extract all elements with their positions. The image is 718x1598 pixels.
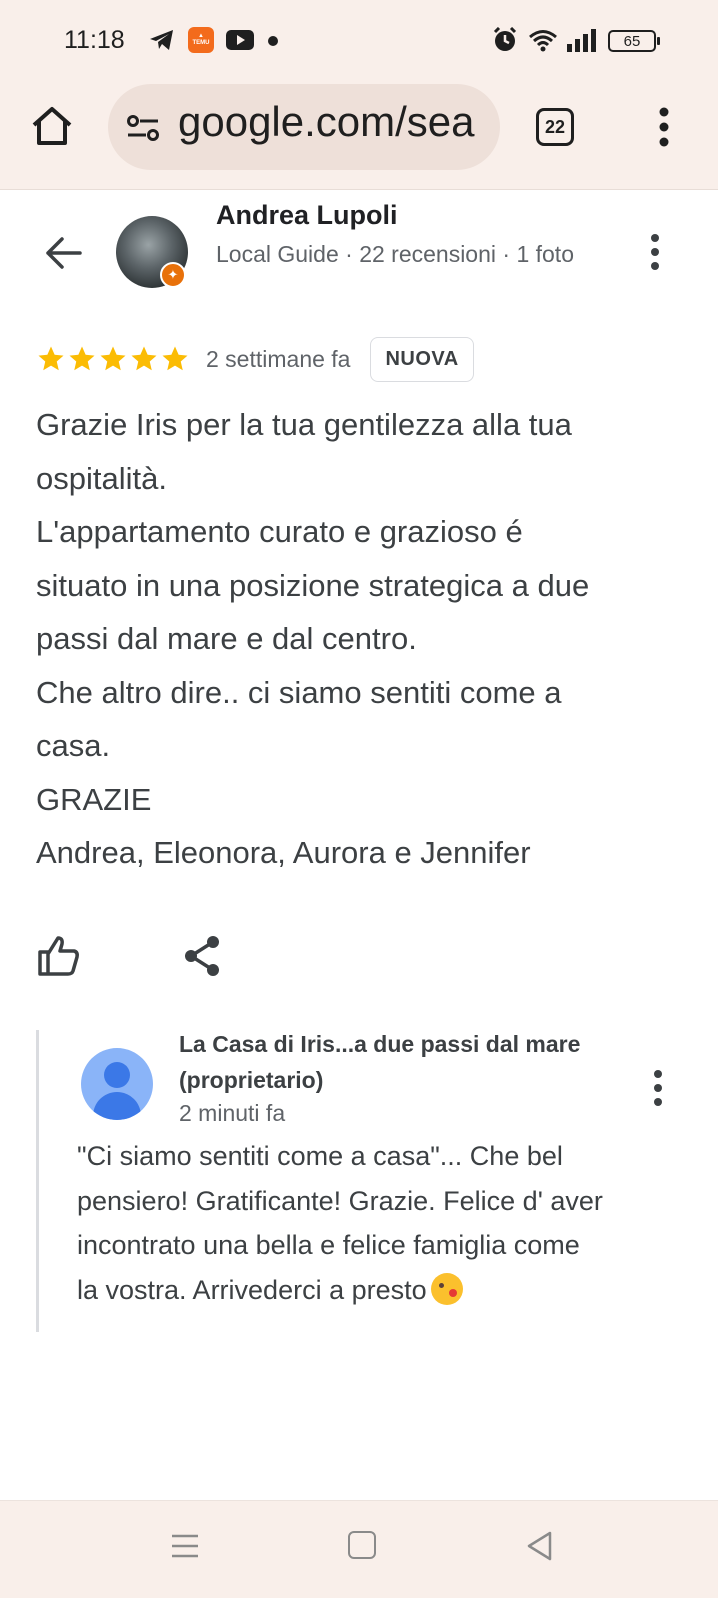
local-guide-badge-icon: ✦ [160, 262, 186, 288]
reply-text-line: pensiero! Gratificante! Grazie. Felice d… [77, 1179, 689, 1224]
system-nav-bar [0, 1500, 718, 1598]
star-icon [131, 346, 157, 371]
more-vert-icon [659, 107, 669, 147]
review-text-line: ospitalità. [36, 460, 167, 496]
review-text-line: situato in una posizione strategica a du… [36, 567, 590, 603]
wifi-icon [528, 28, 558, 52]
share-icon [185, 936, 219, 976]
more-dot [654, 1098, 662, 1106]
site-settings-icon[interactable] [126, 114, 160, 142]
review-text-line: Grazie Iris per la tua gentilezza alla t… [36, 407, 572, 442]
review-text-line: Andrea, Eleonora, Aurora e Jennifer [36, 835, 531, 870]
review-text-line: GRAZIE [36, 781, 152, 817]
review-text-line: casa. [36, 728, 111, 763]
reply-date: 2 minuti fa [179, 1100, 286, 1126]
more-dot [651, 234, 659, 242]
temu-icon: ▲ TEMU [188, 27, 214, 53]
reviewer-name[interactable]: Andrea Lupoli [216, 200, 398, 231]
review-more-button[interactable] [640, 228, 670, 276]
browser-toolbar: google.com/sea 22 [0, 80, 718, 190]
star-rating [36, 344, 190, 374]
nav-home-button[interactable] [348, 1531, 376, 1559]
rating-row: 2 settimane fa NUOVA [36, 334, 474, 384]
back-button[interactable] [38, 228, 88, 278]
review-text-line: passi dal mare e dal centro. [36, 621, 417, 656]
browser-chrome: 11:18 ▲ TEMU 65 google.com/sea 22 [0, 0, 718, 190]
alarm-icon [492, 27, 518, 52]
star-icon [162, 346, 188, 371]
status-time: 11:18 [64, 26, 125, 54]
more-dot [654, 1084, 662, 1092]
review-text-line: L'appartamento curato e grazioso é [36, 514, 523, 549]
star-icon [38, 346, 64, 371]
review-text-line: Che altro dire.. ci siamo sentiti come a [36, 674, 562, 710]
signal-icon [566, 28, 596, 52]
home-icon [32, 107, 72, 145]
avatar-head-shape [104, 1062, 130, 1088]
back-triangle-icon [527, 1531, 552, 1561]
share-button[interactable] [182, 934, 222, 978]
menu-lines-icon [172, 1534, 198, 1558]
telegram-icon [148, 28, 176, 52]
avatar-body-shape [93, 1092, 141, 1120]
battery-icon: 65 [608, 30, 660, 52]
owner-name[interactable]: La Casa di Iris...a due passi dal mare (… [179, 1026, 599, 1098]
new-badge: NUOVA [370, 336, 474, 382]
youtube-icon [226, 28, 254, 52]
kissing-face-emoji [430, 1272, 463, 1305]
tab-switcher-button[interactable]: 22 [536, 108, 574, 146]
recents-button[interactable] [168, 1529, 202, 1563]
browser-menu-button[interactable] [644, 104, 684, 150]
thumb-up-icon [38, 936, 79, 976]
star-icon [100, 346, 126, 371]
like-button[interactable] [36, 934, 82, 978]
reply-text-line-content: pensiero! Gratificante! Grazie. Felice d… [77, 1185, 603, 1216]
reply-more-button[interactable] [643, 1064, 673, 1112]
reply-text-line-content: incontrato una bella e felice famiglia c… [77, 1230, 580, 1260]
reply-text-line: incontrato una bella e felice famiglia c… [77, 1223, 689, 1268]
more-dot [654, 1070, 662, 1078]
review-date: 2 settimane fa [206, 345, 351, 372]
url-text[interactable]: google.com/sea [178, 98, 475, 146]
reply-text-line: "Ci siamo sentiti come a casa"... Che be… [77, 1134, 689, 1179]
reviewer-meta: Local Guide · 22 recensioni · 1 foto [216, 241, 574, 267]
reply-text-line-content: "Ci siamo sentiti come a casa"... Che be… [77, 1141, 563, 1171]
more-dot [651, 248, 659, 256]
reply-text-line-content: la vostra. Arrivederci a presto [77, 1274, 427, 1305]
owner-avatar[interactable] [81, 1048, 153, 1120]
review-text: Grazie Iris per la tua gentilezza alla t… [36, 398, 696, 880]
home-button[interactable] [26, 100, 78, 152]
owner-reply: La Casa di Iris...a due passi dal mare (… [36, 1030, 696, 1332]
notification-dot-icon [268, 36, 278, 46]
reply-text: "Ci siamo sentiti come a casa"... Che be… [77, 1134, 689, 1312]
reply-text-line: la vostra. Arrivederci a presto [77, 1268, 689, 1313]
arrow-back-icon [46, 237, 82, 269]
status-bar: 11:18 ▲ TEMU 65 [0, 0, 718, 80]
address-bar[interactable]: google.com/sea [108, 84, 500, 170]
star-icon [69, 346, 95, 371]
nav-back-button[interactable] [524, 1529, 556, 1563]
more-dot [651, 262, 659, 270]
